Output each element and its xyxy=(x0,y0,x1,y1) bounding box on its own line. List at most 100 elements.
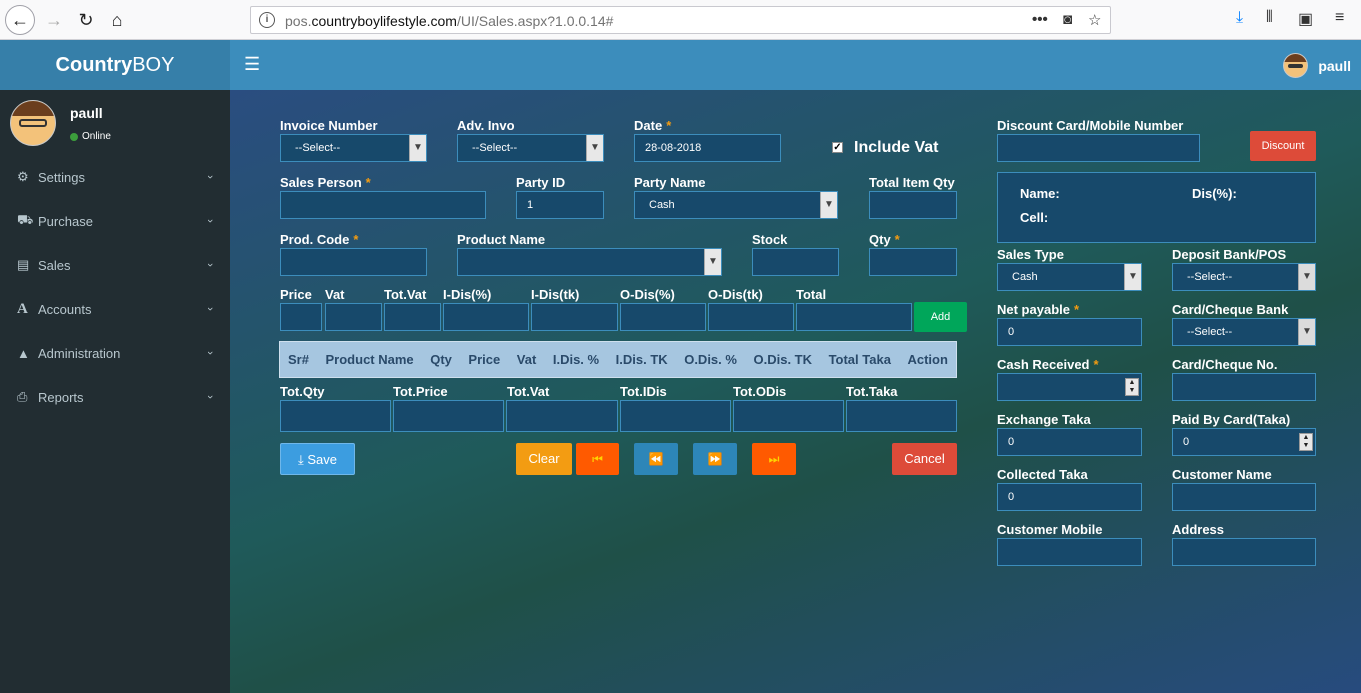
net-payable-input[interactable]: 0 xyxy=(997,318,1142,346)
menu-icon[interactable]: ≡ xyxy=(1335,9,1344,27)
total-input[interactable] xyxy=(796,303,912,331)
total-label: Total xyxy=(796,287,827,302)
last-icon: ⏭ xyxy=(768,452,780,466)
next-record-button[interactable]: ⏩ xyxy=(693,443,737,475)
gears-icon: ⚙ xyxy=(17,169,29,184)
sidebar-item-administration[interactable]: ▲ Administration › xyxy=(0,331,230,375)
tot-qty-label: Tot.Qty xyxy=(280,384,325,399)
sidebar-item-sales[interactable]: ▤ Sales › xyxy=(0,243,230,287)
cash-received-label: Cash Received * xyxy=(997,357,1099,372)
page-actions-icon[interactable]: ••• xyxy=(1032,11,1048,28)
idis-pct-input[interactable] xyxy=(443,303,529,331)
chevron-down-icon: › xyxy=(204,395,217,399)
paid-by-card-input[interactable]: 0 ▲ ▼ xyxy=(1172,428,1316,456)
sidebar-item-settings[interactable]: ⚙ Settings › xyxy=(0,155,230,199)
collected-taka-input[interactable]: 0 xyxy=(997,483,1142,511)
user-menu[interactable]: paull xyxy=(1283,53,1351,78)
customer-mobile-input[interactable] xyxy=(997,538,1142,566)
column-header: I.Dis. % xyxy=(552,352,600,367)
include-vat-checkbox[interactable]: ✓ xyxy=(832,142,843,153)
print-icon: ⎙ xyxy=(17,389,28,404)
prod-code-input[interactable] xyxy=(280,248,427,276)
stock-input[interactable] xyxy=(752,248,839,276)
first-record-button[interactable]: ⏮ xyxy=(576,443,619,475)
column-header: Product Name xyxy=(325,352,414,367)
online-status: Online xyxy=(70,131,111,142)
sidebar-user-panel: paull Online xyxy=(10,100,111,146)
odis-pct-input[interactable] xyxy=(620,303,706,331)
customer-name-input[interactable] xyxy=(1172,483,1316,511)
clear-button[interactable]: Clear xyxy=(516,443,572,475)
cash-received-input[interactable]: ▲ ▼ xyxy=(997,373,1142,401)
party-name-select[interactable]: Cash ▼ xyxy=(634,191,838,219)
sales-person-label: Sales Person * xyxy=(280,175,371,190)
reload-button[interactable]: ↻ xyxy=(72,6,100,34)
info-icon[interactable]: i xyxy=(259,12,275,28)
idis-tk-input[interactable] xyxy=(531,303,618,331)
tot-odis-input[interactable] xyxy=(733,400,844,432)
bookmark-star-icon[interactable]: ☆ xyxy=(1088,11,1101,29)
add-button[interactable]: Add xyxy=(914,302,967,332)
total-item-qty-input[interactable] xyxy=(869,191,957,219)
graduation-cap-icon: ▲ xyxy=(17,345,30,361)
app-header: CountryBOY ☰ paull xyxy=(0,40,1361,90)
last-record-button[interactable]: ⏭ xyxy=(752,443,796,475)
home-button[interactable]: ⌂ xyxy=(103,6,131,34)
prev-record-button[interactable]: ⏪ xyxy=(634,443,678,475)
sales-type-select[interactable]: Cash ▼ xyxy=(997,263,1142,291)
card-cheque-bank-select[interactable]: --Select-- ▼ xyxy=(1172,318,1316,346)
discount-button[interactable]: Discount xyxy=(1250,131,1316,161)
card-cheque-no-input[interactable] xyxy=(1172,373,1316,401)
cancel-button[interactable]: Cancel xyxy=(892,443,957,475)
product-name-label: Product Name xyxy=(457,232,546,247)
sidebar-item-accounts[interactable]: A Accounts › xyxy=(0,287,230,331)
library-icon[interactable]: ⫴ xyxy=(1266,9,1273,27)
sidebar-item-reports[interactable]: ⎙ Reports › xyxy=(0,375,230,419)
tot-vat-input[interactable] xyxy=(384,303,441,331)
sidebar-item-purchase[interactable]: ⛟ Purchase › xyxy=(0,199,230,243)
spinner-icon[interactable]: ▲ ▼ xyxy=(1299,433,1313,451)
deposit-bank-label: Deposit Bank/POS xyxy=(1172,247,1287,262)
hamburger-icon[interactable]: ☰ xyxy=(244,55,260,73)
adv-invo-select[interactable]: --Select-- ▼ xyxy=(457,134,604,162)
price-input[interactable] xyxy=(280,303,322,331)
vat-input[interactable] xyxy=(325,303,382,331)
discount-card-input[interactable] xyxy=(997,134,1200,162)
collected-taka-label: Collected Taka xyxy=(997,467,1088,482)
sales-person-input[interactable] xyxy=(280,191,486,219)
app-logo[interactable]: CountryBOY xyxy=(0,40,230,90)
pocket-icon[interactable]: ◙ xyxy=(1063,11,1072,28)
chevron-down-icon: › xyxy=(204,219,217,223)
tot-vat-label: Tot.Vat xyxy=(384,287,427,302)
tot-price-input[interactable] xyxy=(393,400,504,432)
tot-idis-input[interactable] xyxy=(620,400,731,432)
tot-idis-label: Tot.IDis xyxy=(620,384,667,399)
net-payable-label: Net payable * xyxy=(997,302,1080,317)
back-button[interactable]: ← xyxy=(5,5,35,35)
party-id-input[interactable]: 1 xyxy=(516,191,604,219)
customer-name-label: Customer Name xyxy=(1172,467,1272,482)
save-button[interactable]: ⤓ Save xyxy=(280,443,355,475)
sales-type-label: Sales Type xyxy=(997,247,1064,262)
url-bar[interactable]: i pos.countryboylifestyle.com/UI/Sales.a… xyxy=(250,6,1111,34)
idis-pct-label: I-Dis(%) xyxy=(443,287,492,302)
column-header: Action xyxy=(907,352,948,367)
download-icon[interactable]: ⤓ xyxy=(1236,9,1243,27)
odis-tk-input[interactable] xyxy=(708,303,794,331)
tot-qty-input[interactable] xyxy=(280,400,391,432)
chevron-down-icon: › xyxy=(204,175,217,179)
forward-button[interactable]: → xyxy=(40,6,68,34)
date-input[interactable]: 28-08-2018 xyxy=(634,134,781,162)
qty-input[interactable] xyxy=(869,248,957,276)
column-header: Qty xyxy=(430,352,452,367)
product-name-select[interactable]: ▼ xyxy=(457,248,722,276)
address-input[interactable] xyxy=(1172,538,1316,566)
invoice-number-select[interactable]: --Select-- ▼ xyxy=(280,134,427,162)
tot-vat-total-input[interactable] xyxy=(506,400,618,432)
odis-pct-label: O-Dis(%) xyxy=(620,287,675,302)
deposit-bank-select[interactable]: --Select-- ▼ xyxy=(1172,263,1316,291)
spinner-icon[interactable]: ▲ ▼ xyxy=(1125,378,1139,396)
sidebar-toggle-icon[interactable]: ▣ xyxy=(1298,9,1313,29)
exchange-taka-input[interactable]: 0 xyxy=(997,428,1142,456)
tot-taka-input[interactable] xyxy=(846,400,957,432)
